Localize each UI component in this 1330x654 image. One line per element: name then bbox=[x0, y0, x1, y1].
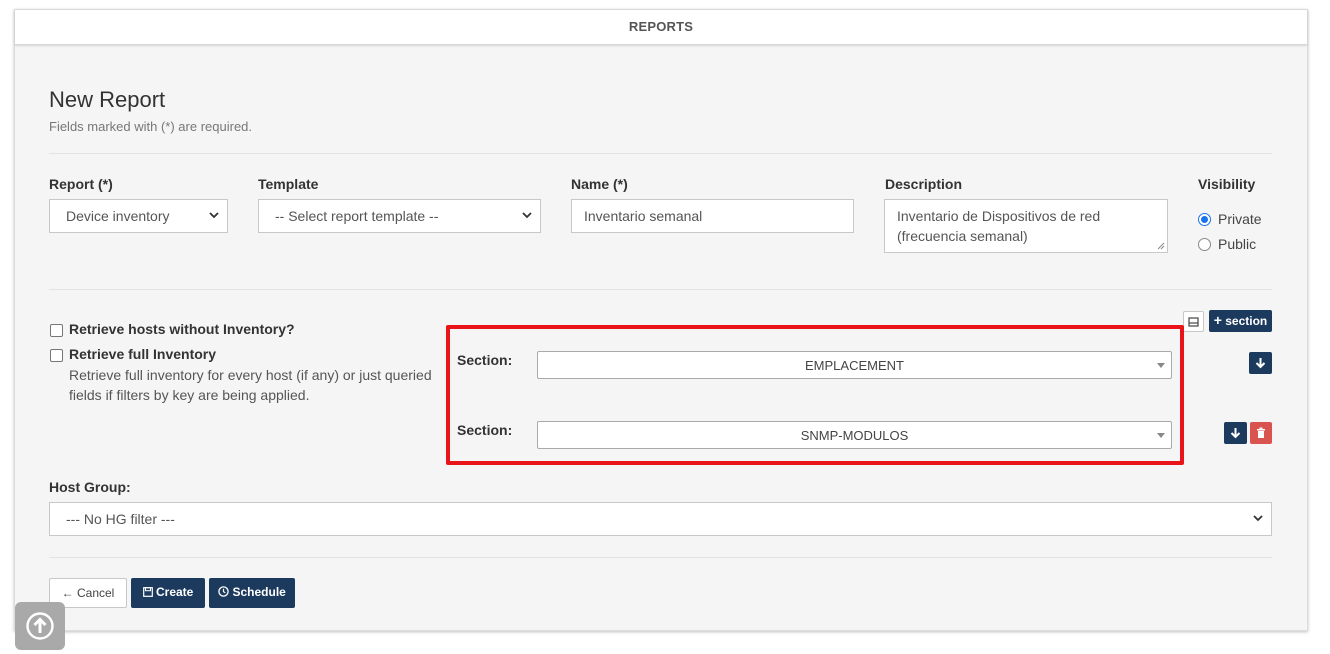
section-select-snmp-modulos[interactable]: SNMP-MODULOS bbox=[537, 421, 1172, 449]
retrieve-full-label: Retrieve full Inventory bbox=[69, 346, 217, 362]
retrieve-full-checkbox[interactable] bbox=[50, 349, 63, 362]
divider bbox=[49, 153, 1272, 154]
retrieve-hosts-checkbox[interactable] bbox=[50, 324, 63, 337]
section-select-value: EMPLACEMENT bbox=[805, 358, 904, 373]
description-label: Description bbox=[885, 176, 963, 192]
trash-icon bbox=[1257, 427, 1265, 438]
visibility-label: Visibility bbox=[1198, 176, 1256, 192]
host-group-label: Host Group: bbox=[49, 479, 131, 495]
caret-down-icon bbox=[1157, 363, 1165, 368]
reports-panel: REPORTS bbox=[14, 9, 1308, 631]
chevron-down-icon bbox=[1253, 503, 1263, 522]
host-group-select[interactable]: --- No HG filter --- bbox=[49, 502, 1272, 536]
visibility-public-radio[interactable] bbox=[1198, 238, 1211, 251]
visibility-private-label: Private bbox=[1218, 211, 1262, 227]
visibility-public-label: Public bbox=[1218, 236, 1257, 252]
page-title: New Report bbox=[49, 87, 166, 112]
create-label: Create bbox=[155, 585, 194, 599]
move-section-down-button[interactable] bbox=[1224, 422, 1247, 444]
retrieve-hosts-label: Retrieve hosts without Inventory? bbox=[69, 321, 295, 337]
arrow-down-icon bbox=[1255, 358, 1266, 369]
collapse-sections-button[interactable] bbox=[1183, 311, 1204, 332]
required-note: Fields marked with (*) are required. bbox=[49, 119, 253, 134]
add-section-button[interactable]: + section bbox=[1209, 310, 1272, 332]
divider bbox=[49, 289, 1272, 290]
section-label: Section: bbox=[457, 422, 513, 438]
clock-icon bbox=[218, 586, 229, 597]
scroll-to-top-button[interactable] bbox=[15, 602, 65, 650]
name-label: Name (*) bbox=[571, 176, 628, 192]
arrow-up-circle-icon bbox=[26, 612, 54, 640]
report-select-value: Device inventory bbox=[66, 208, 170, 224]
chevron-down-icon bbox=[522, 200, 532, 219]
visibility-private-radio[interactable] bbox=[1198, 213, 1211, 226]
plus-icon: + bbox=[1213, 312, 1222, 328]
caret-down-icon bbox=[1157, 433, 1165, 438]
cancel-label: Cancel bbox=[76, 586, 115, 600]
host-group-value: --- No HG filter --- bbox=[66, 511, 175, 527]
section-select-value: SNMP-MODULOS bbox=[800, 428, 909, 443]
save-icon bbox=[142, 587, 153, 597]
delete-section-button[interactable] bbox=[1250, 422, 1272, 444]
create-button[interactable]: Create bbox=[131, 578, 205, 608]
panel-header: REPORTS bbox=[15, 10, 1307, 45]
description-textarea[interactable]: Inventario de Dispositivos de red (frecu… bbox=[884, 199, 1168, 253]
window-icon bbox=[1188, 317, 1199, 327]
divider bbox=[49, 557, 1272, 558]
retrieve-full-help: Retrieve full inventory for every host (… bbox=[69, 367, 432, 403]
schedule-label: Schedule bbox=[232, 585, 286, 599]
resize-handle-icon[interactable] bbox=[1157, 242, 1165, 250]
arrow-down-icon bbox=[1230, 428, 1241, 439]
template-select[interactable]: -- Select report template -- bbox=[258, 199, 541, 233]
add-section-label: section bbox=[1225, 314, 1268, 328]
chevron-down-icon bbox=[209, 200, 219, 219]
template-label: Template bbox=[258, 176, 319, 192]
arrow-left-icon: ← bbox=[61, 586, 74, 600]
section-select-emplacement[interactable]: EMPLACEMENT bbox=[537, 351, 1172, 379]
template-select-value: -- Select report template -- bbox=[275, 208, 439, 224]
name-input[interactable]: Inventario semanal bbox=[571, 199, 854, 233]
schedule-button[interactable]: Schedule bbox=[209, 578, 295, 608]
report-select[interactable]: Device inventory bbox=[49, 199, 228, 233]
section-label: Section: bbox=[457, 352, 513, 368]
description-value: Inventario de Dispositivos de red (frecu… bbox=[897, 208, 1101, 244]
report-label: Report (*) bbox=[49, 176, 113, 192]
move-section-down-button[interactable] bbox=[1249, 352, 1272, 374]
